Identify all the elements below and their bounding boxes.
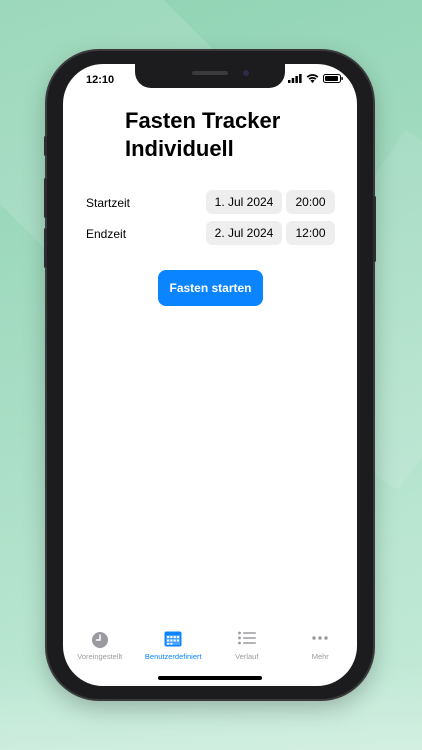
- volume-up-button: [44, 178, 47, 218]
- tab-label: Benutzerdefiniert: [144, 652, 202, 661]
- calendar-icon: [164, 631, 182, 647]
- volume-down-button: [44, 228, 47, 268]
- tab-label: Voreingestellt: [77, 652, 123, 661]
- title-line-1: Fasten Tracker: [125, 108, 281, 133]
- status-icons: [288, 74, 343, 83]
- tab-bar: Voreingestellt Benutzerdefiniert Verlauf…: [63, 626, 357, 670]
- signal-icon: [288, 74, 302, 83]
- start-time-picker[interactable]: 20:00: [286, 190, 335, 214]
- start-fasting-button[interactable]: Fasten starten: [158, 270, 263, 306]
- notch: [135, 64, 285, 88]
- power-button: [373, 196, 376, 262]
- battery-icon: [323, 74, 343, 83]
- tab-mehr[interactable]: Mehr: [284, 626, 358, 670]
- home-indicator: [158, 676, 262, 680]
- tab-label: Verlauf: [235, 652, 259, 661]
- status-time: 12:10: [86, 74, 115, 86]
- tab-benutzerdefiniert[interactable]: Benutzerdefiniert: [137, 626, 211, 670]
- end-date-picker[interactable]: 2. Jul 2024: [206, 221, 282, 245]
- start-date-picker[interactable]: 1. Jul 2024: [206, 190, 282, 214]
- more-icon: [312, 636, 328, 640]
- wifi-icon: [306, 74, 319, 83]
- tab-label: Mehr: [311, 652, 329, 661]
- mute-switch: [44, 136, 47, 156]
- page-title: Fasten Tracker Individuell: [125, 107, 280, 163]
- speaker-grille: [192, 71, 228, 75]
- phone-screen: 12:10 Fasten Tracker Individuell Startze…: [63, 64, 357, 686]
- start-time-label: Startzeit: [86, 196, 131, 210]
- end-time-label: Endzeit: [86, 227, 127, 241]
- title-line-2: Individuell: [125, 136, 234, 161]
- tab-verlauf[interactable]: Verlauf: [210, 626, 284, 670]
- clock-icon: [91, 632, 108, 648]
- end-time-picker[interactable]: 12:00: [286, 221, 335, 245]
- list-icon: [237, 631, 256, 645]
- front-camera: [243, 70, 249, 76]
- tab-voreingestellt[interactable]: Voreingestellt: [63, 626, 137, 670]
